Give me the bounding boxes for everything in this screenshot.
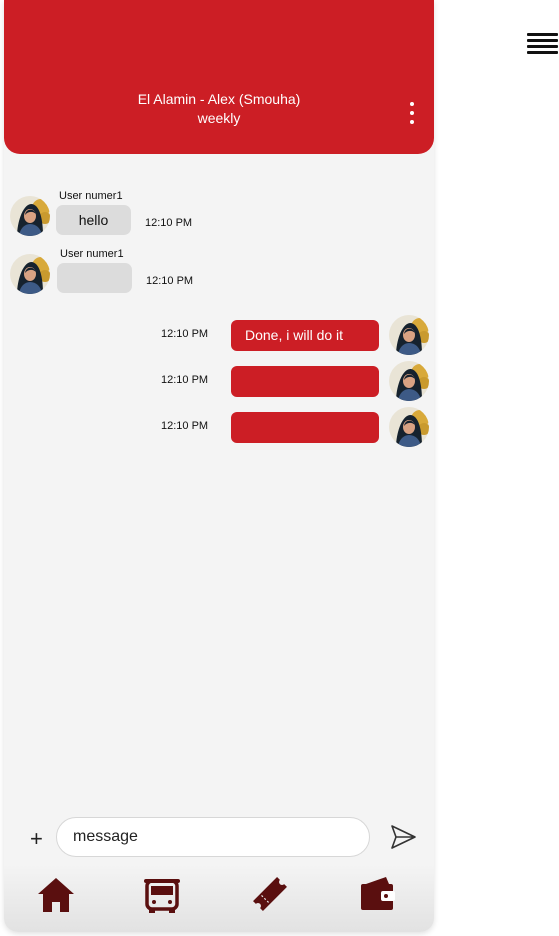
message-bubble-incoming — [57, 263, 132, 293]
chat-header: El Alamin - Alex (Smouha) weekly — [4, 0, 434, 154]
message-time: 12:10 PM — [161, 374, 209, 386]
ticket-icon[interactable] — [248, 872, 292, 916]
more-options-icon[interactable] — [404, 100, 420, 126]
message-bubble-outgoing — [231, 412, 379, 443]
plus-icon[interactable]: + — [30, 828, 43, 850]
message-bubble-outgoing: Done, i will do it — [231, 320, 379, 351]
avatar — [389, 315, 429, 355]
wallet-icon[interactable] — [356, 872, 400, 916]
chat-screen: El Alamin - Alex (Smouha) weekly User nu… — [4, 0, 434, 932]
route-frequency: weekly — [197, 110, 241, 126]
avatar — [389, 407, 429, 447]
message-time: 12:10 PM — [161, 420, 209, 432]
send-icon[interactable] — [389, 823, 417, 851]
avatar — [10, 254, 50, 294]
message-time: 12:10 PM — [146, 275, 194, 287]
message-bubble-outgoing — [231, 366, 379, 397]
home-icon[interactable] — [34, 872, 78, 916]
message-time: 12:10 PM — [145, 217, 193, 229]
bottom-nav — [4, 864, 434, 932]
hamburger-menu-icon[interactable] — [527, 31, 559, 57]
route-title: El Alamin - Alex (Smouha) — [137, 91, 301, 107]
message-time: 12:10 PM — [161, 328, 209, 340]
sender-name: User numer1 — [60, 248, 124, 260]
avatar — [389, 361, 429, 401]
sender-name: User numer1 — [59, 190, 123, 202]
message-input[interactable] — [56, 817, 370, 857]
avatar — [10, 196, 50, 236]
message-bubble-incoming: hello — [56, 205, 131, 235]
bus-icon[interactable] — [140, 872, 184, 916]
